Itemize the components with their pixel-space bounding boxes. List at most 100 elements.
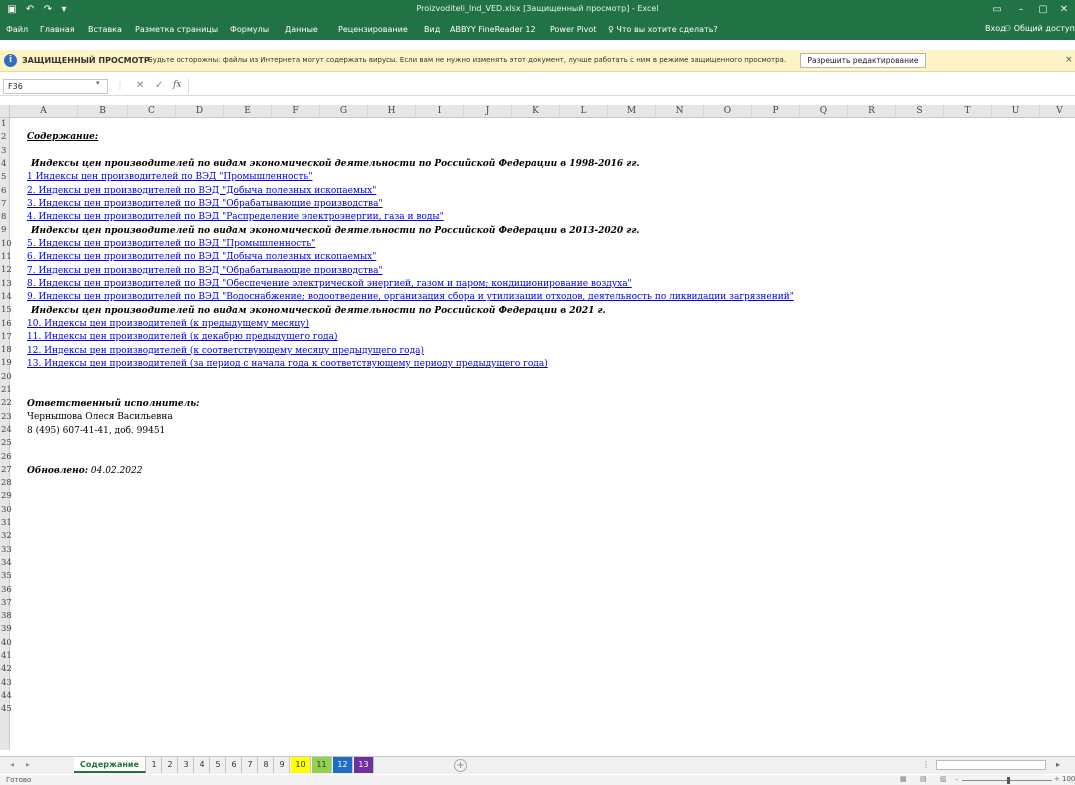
row-header[interactable]: 40 [0, 637, 12, 650]
insert-function-icon[interactable]: fx [173, 80, 181, 90]
row-header[interactable]: 24 [0, 424, 12, 437]
scroll-tabs-right-icon[interactable]: ▸ [26, 760, 30, 769]
row-header[interactable]: 26 [0, 451, 12, 464]
row-header[interactable]: 1 [0, 118, 10, 131]
row-header[interactable]: 29 [0, 490, 12, 503]
row-header[interactable]: 4 [0, 158, 10, 171]
sheet-tab-4[interactable]: 4 [195, 757, 210, 773]
row-header[interactable]: 31 [0, 517, 12, 530]
column-header[interactable]: A [10, 105, 78, 118]
column-header[interactable]: G [320, 105, 368, 118]
column-header[interactable]: P [752, 105, 800, 118]
column-header[interactable]: D [176, 105, 224, 118]
scroll-track[interactable] [936, 760, 1046, 770]
tab-view[interactable]: Вид [424, 25, 440, 34]
row-header[interactable]: 15 [0, 304, 12, 317]
tab-power-pivot[interactable]: Power Pivot [550, 25, 596, 34]
column-header[interactable]: E [224, 105, 272, 118]
sheet-tab-1[interactable]: 1 [147, 757, 162, 773]
row-header[interactable]: 20 [0, 371, 12, 384]
name-box[interactable]: F36 [3, 79, 108, 94]
new-sheet-icon[interactable]: + [454, 759, 467, 772]
row-header[interactable]: 41 [0, 650, 12, 663]
column-header[interactable]: Q [800, 105, 848, 118]
row-header[interactable]: 39 [0, 623, 12, 636]
select-all-corner[interactable] [0, 105, 10, 118]
tab-home[interactable]: Главная [40, 25, 75, 34]
row-header[interactable]: 14 [0, 291, 12, 304]
column-header[interactable]: B [78, 105, 128, 118]
link-sheet-1[interactable]: 1 Индексы цен производителей по ВЭД "Про… [27, 171, 312, 184]
link-sheet-4[interactable]: 4. Индексы цен производителей по ВЭД "Ра… [27, 211, 444, 224]
column-header[interactable]: J [464, 105, 512, 118]
row-header[interactable]: 11 [0, 251, 12, 264]
column-header[interactable]: T [944, 105, 992, 118]
sheet-tab-8[interactable]: 8 [259, 757, 274, 773]
sheet-tab-7[interactable]: 7 [243, 757, 258, 773]
page-break-view-icon[interactable]: ▥ [940, 775, 947, 783]
scroll-left-icon[interactable]: ⋮ [922, 760, 930, 769]
sheet-grid[interactable]: Содержание: Индексы цен производителей п… [12, 118, 1072, 750]
tab-data[interactable]: Данные [285, 25, 318, 34]
row-header[interactable]: 5 [0, 171, 10, 184]
column-header[interactable]: L [560, 105, 608, 118]
row-header[interactable]: 13 [0, 278, 12, 291]
row-header[interactable]: 27 [0, 464, 12, 477]
sheet-tab-2[interactable]: 2 [163, 757, 178, 773]
row-header[interactable]: 34 [0, 557, 12, 570]
name-box-dropdown-icon[interactable]: ▾ [96, 79, 100, 87]
close-icon[interactable]: ✕ [1055, 2, 1073, 18]
row-header[interactable]: 28 [0, 477, 12, 490]
column-header[interactable]: M [608, 105, 656, 118]
column-header[interactable]: H [368, 105, 416, 118]
link-sheet-11[interactable]: 11. Индексы цен производителей (к декабр… [27, 331, 337, 344]
row-header[interactable]: 35 [0, 570, 12, 583]
column-header[interactable]: V [1040, 105, 1075, 118]
row-header[interactable]: 7 [0, 198, 10, 211]
sheet-tab-11[interactable]: 11 [312, 757, 332, 773]
sheet-tab-10[interactable]: 10 [291, 757, 311, 773]
ribbon-display-icon[interactable]: ▭ [988, 2, 1006, 18]
row-header[interactable]: 23 [0, 411, 12, 424]
row-header[interactable]: 42 [0, 663, 12, 676]
row-header[interactable]: 16 [0, 318, 12, 331]
row-header[interactable]: 44 [0, 690, 12, 703]
sign-in-link[interactable]: Вход [985, 24, 1006, 33]
share-button[interactable]: ⚇ Общий доступ [1004, 24, 1075, 33]
row-header[interactable]: 8 [0, 211, 10, 224]
link-sheet-2[interactable]: 2. Индексы цен производителей по ВЭД "До… [27, 185, 376, 198]
link-sheet-12[interactable]: 12. Индексы цен производителей (к соотве… [27, 345, 424, 358]
row-header[interactable]: 33 [0, 544, 12, 557]
row-header[interactable]: 43 [0, 677, 12, 690]
tab-review[interactable]: Рецензирование [338, 25, 408, 34]
tab-formulas[interactable]: Формулы [230, 25, 269, 34]
zoom-out-icon[interactable]: – [955, 775, 959, 783]
row-header[interactable]: 30 [0, 504, 12, 517]
row-header[interactable]: 45 [0, 703, 12, 716]
row-header[interactable]: 19 [0, 357, 12, 370]
link-sheet-13[interactable]: 13. Индексы цен производителей (за перио… [27, 358, 548, 371]
maximize-icon[interactable]: ▢ [1034, 2, 1052, 18]
row-header[interactable]: 6 [0, 185, 10, 198]
zoom-in-icon[interactable]: + [1054, 775, 1060, 783]
page-layout-view-icon[interactable]: ▤ [920, 775, 927, 783]
scroll-tabs-left-icon[interactable]: ◂ [10, 760, 14, 769]
sheet-tab-13[interactable]: 13 [354, 757, 374, 773]
row-header[interactable]: 36 [0, 584, 12, 597]
tab-insert[interactable]: Вставка [88, 25, 122, 34]
enter-check-icon[interactable]: ✓ [155, 80, 163, 91]
tab-abbyy[interactable]: ABBYY FineReader 12 [450, 25, 536, 34]
link-sheet-9[interactable]: 9. Индексы цен производителей по ВЭД "Во… [27, 291, 794, 304]
sheet-tab-5[interactable]: 5 [211, 757, 226, 773]
row-header[interactable]: 17 [0, 331, 12, 344]
sheet-tab-contents[interactable]: Содержание [74, 757, 146, 773]
row-header[interactable]: 22 [0, 397, 12, 410]
horizontal-scrollbar[interactable]: ⋮ ▸ [922, 759, 1075, 772]
link-sheet-3[interactable]: 3. Индексы цен производителей по ВЭД "Об… [27, 198, 383, 211]
tell-me-search[interactable]: ♀ Что вы хотите сделать? [608, 25, 718, 34]
column-header[interactable]: C [128, 105, 176, 118]
sheet-tab-12[interactable]: 12 [333, 757, 353, 773]
column-header[interactable]: I [416, 105, 464, 118]
sheet-tab-6[interactable]: 6 [227, 757, 242, 773]
minimize-icon[interactable]: – [1012, 2, 1030, 18]
